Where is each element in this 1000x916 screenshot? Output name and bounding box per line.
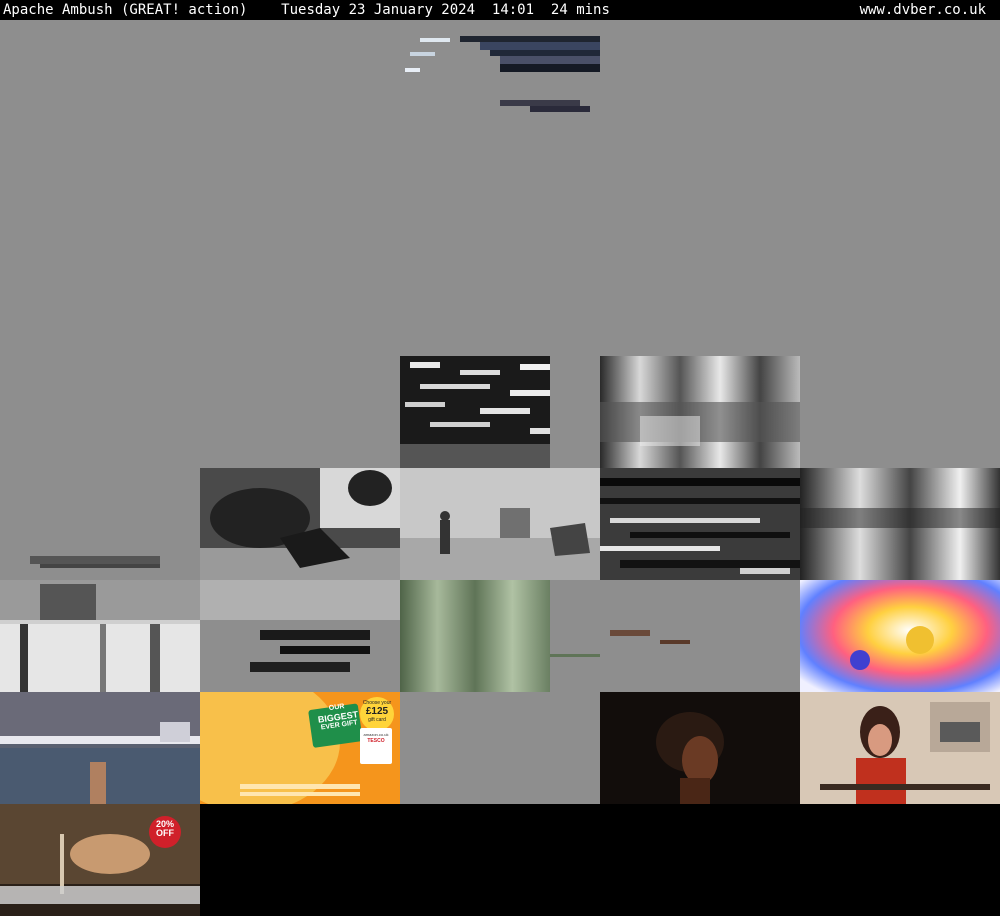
gift-card-label: gift card [368, 717, 386, 723]
thumbnail-7[interactable] [200, 132, 400, 244]
thumbnail-5[interactable] [800, 20, 1000, 132]
empty-slot-2 [400, 804, 600, 916]
thumbnail-11[interactable] [0, 244, 200, 356]
thumbnail-24[interactable] [600, 468, 800, 580]
glitch-frame [600, 478, 800, 574]
scene-frame [0, 692, 200, 804]
thumbnail-15[interactable] [800, 244, 1000, 356]
glitch-frame [800, 468, 1000, 580]
thumbnail-27[interactable] [200, 580, 400, 692]
kitchen-frame [800, 692, 1000, 804]
thumbnail-8[interactable] [400, 132, 600, 244]
thumbnail-grid: OUR BIGGEST EVER GIFT Choose your £125 g… [0, 20, 1000, 916]
glitch-frame [600, 356, 800, 468]
thumbnail-25[interactable] [800, 468, 1000, 580]
thumbnail-35[interactable] [800, 692, 1000, 804]
thumbnail-3[interactable] [400, 20, 600, 132]
programme-duration: 24 mins [550, 2, 610, 18]
thumbnail-30[interactable] [800, 580, 1000, 692]
thumbnail-1[interactable] [0, 20, 200, 132]
empty-slot-3 [600, 804, 800, 916]
thumbnail-10[interactable] [800, 132, 1000, 244]
glitch-frame [200, 580, 400, 672]
thumbnail-20[interactable] [800, 356, 1000, 468]
tesco-logo: TESCO [367, 738, 385, 744]
site-link[interactable]: www.dvber.co.uk [860, 0, 986, 20]
empty-slot-4 [800, 804, 1000, 916]
glitch-frame [405, 36, 600, 112]
empty-slot-1 [200, 804, 400, 916]
thumbnail-32[interactable]: OUR BIGGEST EVER GIFT Choose your £125 g… [200, 692, 400, 804]
gift-stores: amazon.co.uk TESCO [361, 732, 391, 744]
thumbnail-16[interactable] [0, 356, 200, 468]
glitch-frame [610, 630, 690, 644]
glitch-frame [400, 356, 600, 468]
action-frame [200, 468, 400, 580]
thumbnail-6[interactable] [0, 132, 200, 244]
thumbnail-36[interactable]: 20% OFF [0, 804, 200, 916]
thumbnail-23[interactable] [400, 468, 600, 580]
thumbnail-13[interactable] [400, 244, 600, 356]
header-bar: Apache Ambush (GREAT! action) Tuesday 23… [0, 0, 1000, 20]
glitch-frame [400, 580, 600, 692]
gift-amount: £125 [365, 706, 389, 717]
programme-title: Apache Ambush (GREAT! action) [3, 2, 248, 18]
thumbnail-21[interactable] [0, 468, 200, 580]
gift-amount-badge: Choose your £125 gift card [362, 700, 392, 723]
broadcast-date: Tuesday 23 January 2024 [281, 2, 476, 18]
thumbnail-4[interactable] [600, 20, 800, 132]
thumbnail-31[interactable] [0, 692, 200, 804]
thumbnail-33[interactable] [400, 692, 600, 804]
thumbnail-34[interactable] [600, 692, 800, 804]
discount-badge: 20% OFF [149, 820, 181, 838]
thumbnail-26[interactable] [0, 580, 200, 692]
thumbnail-12[interactable] [200, 244, 400, 356]
thumbnail-17[interactable] [200, 356, 400, 468]
thumbnail-22[interactable] [200, 468, 400, 580]
action-frame [400, 468, 600, 580]
glitch-frame [0, 580, 200, 692]
thumbnail-28[interactable] [400, 580, 600, 692]
thumbnail-19[interactable] [600, 356, 800, 468]
glitch-frame [30, 556, 160, 568]
thumbnail-9[interactable] [600, 132, 800, 244]
discount-off: OFF [156, 828, 174, 838]
header-info: Apache Ambush (GREAT! action) Tuesday 23… [3, 0, 610, 20]
thumbnail-18[interactable] [400, 356, 600, 468]
colorful-frame [800, 580, 1000, 692]
portrait-frame [600, 692, 800, 804]
broadcast-time: 14:01 [491, 2, 535, 18]
thumbnail-29[interactable] [600, 580, 800, 692]
thumbnail-14[interactable] [600, 244, 800, 356]
thumbnail-2[interactable] [200, 20, 400, 132]
